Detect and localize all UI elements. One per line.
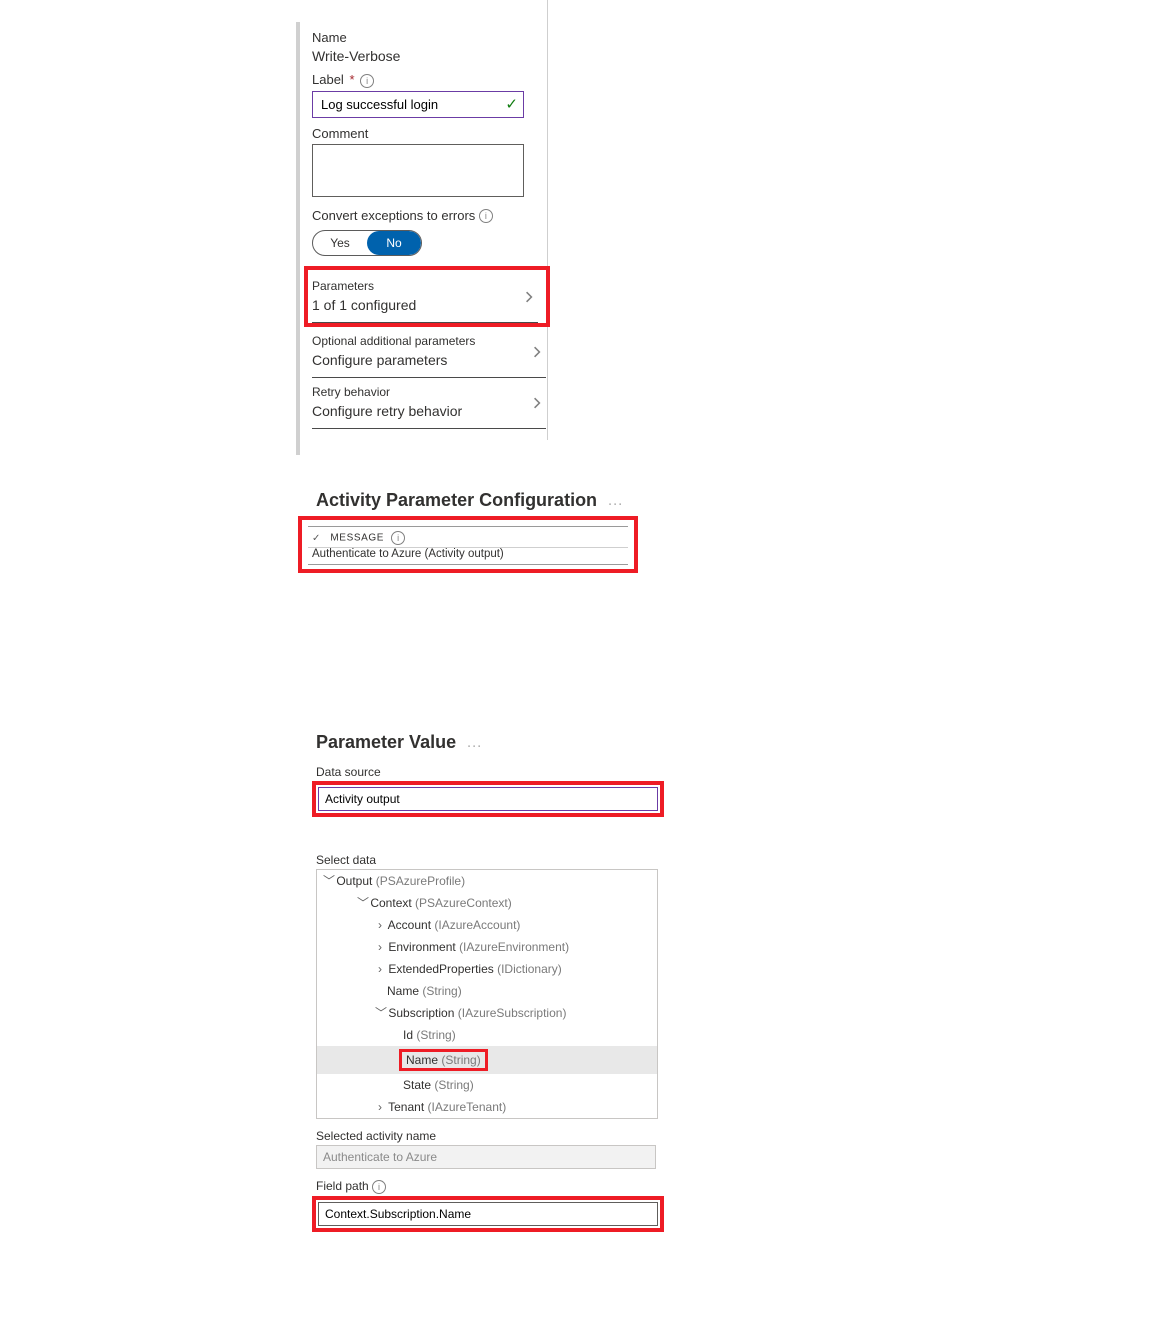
convert-label: Convert exceptions to errors i xyxy=(312,208,550,224)
tree-row-state[interactable]: State (String) xyxy=(317,1074,657,1096)
tree-row-context-name[interactable]: Name (String) xyxy=(317,980,657,1002)
parameters-value: 1 of 1 configured xyxy=(312,297,538,313)
optional-params-link[interactable]: Optional additional parameters Configure… xyxy=(312,327,546,378)
pv-title-text: Parameter Value xyxy=(316,732,456,753)
tree-item-type: (IAzureAccount) xyxy=(434,918,520,932)
tree-row-name[interactable]: Name (String) xyxy=(317,1046,657,1074)
tree-item-type: (IDictionary) xyxy=(497,962,562,976)
tree-item-label: State xyxy=(403,1078,431,1092)
data-tree[interactable]: ﹀ Output (PSAzureProfile) ﹀ Context (PSA… xyxy=(316,869,658,1119)
name-value: Write-Verbose xyxy=(312,48,550,64)
parameters-highlight: Parameters 1 of 1 configured xyxy=(304,266,550,327)
datasource-highlight xyxy=(312,781,664,817)
chevron-right-icon[interactable]: › xyxy=(375,1099,385,1115)
message-value: Authenticate to Azure (Activity output) xyxy=(308,548,628,565)
name-label: Name xyxy=(312,30,550,45)
tree-item-label: Context xyxy=(370,896,411,910)
tree-row-context[interactable]: ﹀ Context (PSAzureContext) xyxy=(317,892,657,914)
tree-row-account[interactable]: › Account (IAzureAccount) xyxy=(317,914,657,936)
tree-row-extendedproperties[interactable]: › ExtendedProperties (IDictionary) xyxy=(317,958,657,980)
fieldpath-label: Field path i xyxy=(316,1179,666,1194)
selected-activity-label: Selected activity name xyxy=(316,1129,666,1143)
convert-label-text: Convert exceptions to errors xyxy=(312,208,475,223)
optional-params-value: Configure parameters xyxy=(312,352,546,368)
chevron-right-icon[interactable]: › xyxy=(375,939,385,955)
chevron-right-icon xyxy=(532,346,542,358)
chevron-right-icon[interactable]: › xyxy=(375,961,385,977)
message-header-row[interactable]: ✓ MESSAGE i xyxy=(308,526,628,548)
chevron-right-icon xyxy=(532,397,542,409)
chevron-right-icon xyxy=(524,291,534,303)
tree-item-type: (String) xyxy=(441,1053,480,1067)
comment-input[interactable] xyxy=(312,144,524,197)
chevron-right-icon[interactable]: › xyxy=(375,917,385,933)
tree-item-type: (PSAzureContext) xyxy=(415,896,512,910)
convert-exceptions-toggle[interactable]: Yes No xyxy=(312,230,422,256)
optional-params-title: Optional additional parameters xyxy=(312,334,546,348)
fieldpath-input[interactable] xyxy=(318,1202,658,1226)
required-star: * xyxy=(349,72,354,87)
tree-item-label: Subscription xyxy=(388,1006,454,1020)
info-icon[interactable]: i xyxy=(479,209,493,223)
tree-item-type: (String) xyxy=(422,984,461,998)
toggle-yes[interactable]: Yes xyxy=(313,231,367,255)
tree-item-label: Account xyxy=(388,918,431,932)
parameters-title: Parameters xyxy=(312,279,538,293)
tree-item-label: Id xyxy=(403,1028,413,1042)
check-icon: ✓ xyxy=(312,533,321,544)
parameters-link[interactable]: Parameters 1 of 1 configured xyxy=(312,272,538,323)
tree-row-output[interactable]: ﹀ Output (PSAzureProfile) xyxy=(317,870,657,892)
selected-activity-input xyxy=(316,1145,656,1169)
apc-title-text: Activity Parameter Configuration xyxy=(316,490,597,511)
message-label: MESSAGE xyxy=(330,533,384,544)
check-icon: ✓ xyxy=(505,95,518,113)
tree-item-label: Environment xyxy=(388,940,455,954)
tree-item-label: Name xyxy=(406,1053,438,1067)
toggle-no[interactable]: No xyxy=(367,231,421,255)
tree-item-label: ExtendedProperties xyxy=(388,962,493,976)
retry-behavior-link[interactable]: Retry behavior Configure retry behavior xyxy=(312,378,546,429)
retry-behavior-value: Configure retry behavior xyxy=(312,403,546,419)
label-input[interactable] xyxy=(312,91,524,118)
tree-item-type: (PSAzureProfile) xyxy=(376,874,465,888)
activity-properties-panel: Name Write-Verbose Label * i ✓ Comment C… xyxy=(296,22,551,455)
tree-item-type: (IAzureEnvironment) xyxy=(459,940,569,954)
fieldpath-label-text: Field path xyxy=(316,1179,369,1193)
more-icon[interactable]: … xyxy=(466,738,482,748)
datasource-label: Data source xyxy=(316,765,666,779)
tree-item-type: (IAzureSubscription) xyxy=(458,1006,567,1020)
label-input-wrap: ✓ xyxy=(312,91,524,118)
info-icon[interactable]: i xyxy=(372,1180,386,1194)
tree-row-subscription[interactable]: ﹀ Subscription (IAzureSubscription) xyxy=(317,1002,657,1024)
retry-behavior-title: Retry behavior xyxy=(312,385,546,399)
fieldpath-highlight xyxy=(312,1196,664,1232)
more-icon[interactable]: … xyxy=(607,496,623,506)
tree-item-label: Name xyxy=(387,984,419,998)
apc-title: Activity Parameter Configuration … xyxy=(316,490,656,511)
name-highlight: Name (String) xyxy=(399,1049,488,1071)
tree-row-tenant[interactable]: › Tenant (IAzureTenant) xyxy=(317,1096,657,1118)
tree-row-id[interactable]: Id (String) xyxy=(317,1024,657,1046)
tree-item-label: Output xyxy=(336,874,372,888)
tree-item-type: (IAzureTenant) xyxy=(428,1100,507,1114)
tree-item-label: Tenant xyxy=(388,1100,424,1114)
info-icon[interactable]: i xyxy=(391,531,405,545)
label-label: Label * i xyxy=(312,72,550,88)
pv-title: Parameter Value … xyxy=(316,732,666,753)
chevron-down-icon[interactable]: ﹀ xyxy=(375,1005,385,1021)
message-highlight: ✓ MESSAGE i Authenticate to Azure (Activ… xyxy=(298,516,638,573)
tree-row-environment[interactable]: › Environment (IAzureEnvironment) xyxy=(317,936,657,958)
chevron-down-icon[interactable]: ﹀ xyxy=(323,873,333,889)
activity-param-config-panel: Activity Parameter Configuration … ✓ MES… xyxy=(316,490,656,523)
comment-label: Comment xyxy=(312,126,550,141)
info-icon[interactable]: i xyxy=(360,74,374,88)
selectdata-label: Select data xyxy=(316,853,666,867)
chevron-down-icon[interactable]: ﹀ xyxy=(357,895,367,911)
parameter-value-panel: Parameter Value … Data source Select dat… xyxy=(316,732,666,1232)
label-text: Label xyxy=(312,72,344,87)
tree-item-type: (String) xyxy=(416,1028,455,1042)
tree-item-type: (String) xyxy=(434,1078,473,1092)
datasource-select[interactable] xyxy=(318,787,658,811)
